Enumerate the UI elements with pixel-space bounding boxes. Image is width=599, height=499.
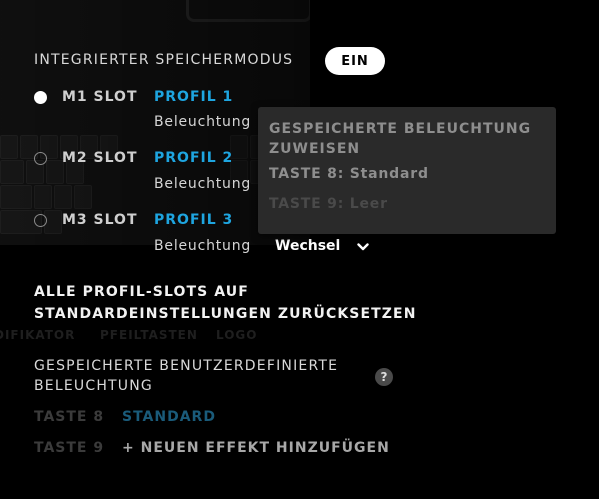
slot-radio-m2[interactable] <box>34 151 47 165</box>
dropdown-header: GESPEICHERTE BELEUCHTUNG ZUWEISEN <box>269 121 532 157</box>
key-effect-link[interactable]: STANDARD <box>122 409 216 425</box>
lighting-label: Beleuchtung <box>154 238 252 254</box>
chevron-down-icon[interactable] <box>357 241 369 253</box>
help-icon[interactable]: ? <box>375 368 393 386</box>
slot-radio-m3[interactable] <box>34 213 47 227</box>
background-tab: PFEILTASTEN <box>100 328 198 342</box>
lighting-dropdown-menu: GESPEICHERTE BELEUCHTUNG ZUWEISEN TASTE … <box>258 107 556 234</box>
key-name: TASTE 8 <box>34 409 105 425</box>
profile-link[interactable]: PROFIL 2 <box>154 150 233 166</box>
memory-mode-toggle[interactable]: EIN <box>325 47 385 75</box>
lighting-select-value[interactable]: Wechsel <box>275 238 340 254</box>
memory-mode-title: INTEGRIERTER SPEICHERMODUS <box>34 52 294 68</box>
slot-row-m1[interactable]: M1 SLOT PROFIL 1 <box>34 87 232 107</box>
slot-row-m3[interactable]: M3 SLOT PROFIL 3 <box>34 210 232 230</box>
background-tab: DIFIKATOR <box>0 328 76 342</box>
key-name: TASTE 9 <box>34 440 105 456</box>
profile-link[interactable]: PROFIL 3 <box>154 212 233 228</box>
add-effect-button[interactable]: + NEUEN EFFEKT HINZUFÜGEN <box>122 440 390 456</box>
reset-all-slots-button[interactable]: ALLE PROFIL-SLOTS AUF STANDARDEINSTELLUN… <box>34 281 434 325</box>
slot-label: M3 SLOT <box>62 212 138 228</box>
dropdown-option[interactable]: TASTE 8: Standard <box>269 166 429 182</box>
lighting-label: Beleuchtung <box>154 176 252 192</box>
lighting-label: Beleuchtung <box>154 114 252 130</box>
profile-link[interactable]: PROFIL 1 <box>154 89 233 105</box>
dropdown-option-disabled: TASTE 9: Leer <box>269 196 388 212</box>
saved-lighting-title: GESPEICHERTE BENUTZERDEFINIERTE BELEUCHT… <box>34 358 339 394</box>
slot-row-m2[interactable]: M2 SLOT PROFIL 2 <box>34 148 232 168</box>
slot-label: M2 SLOT <box>62 150 138 166</box>
slot-radio-m1[interactable] <box>34 90 47 104</box>
slot-label: M1 SLOT <box>62 89 138 105</box>
background-tab: LOGO <box>216 328 258 342</box>
